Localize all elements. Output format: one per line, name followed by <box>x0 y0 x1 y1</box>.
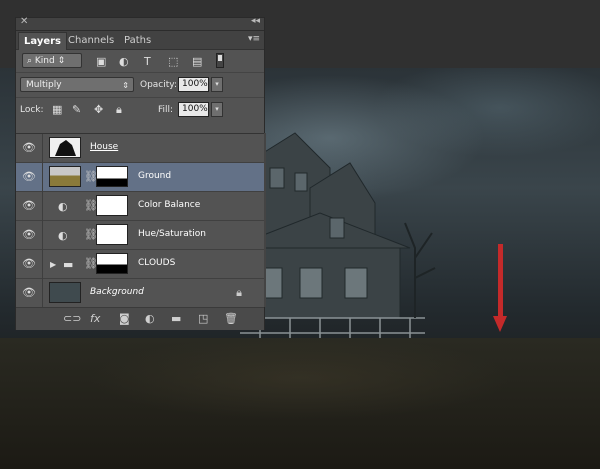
adjustment-icon[interactable]: ◐ <box>145 312 155 325</box>
layer-row-background[interactable]: 👁︎ Background 🔒︎ <box>16 279 264 308</box>
layer-name: CLOUDS <box>138 258 176 268</box>
layers-list: 👁︎ House 👁︎ ⛓︎ Ground 👁︎ ◐ ⛓︎ Color Bala… <box>16 133 264 308</box>
adjustment-filter-icon[interactable]: ◐ <box>119 55 129 68</box>
new-layer-icon[interactable]: ◳ <box>198 312 208 325</box>
layer-row-color-balance[interactable]: 👁︎ ◐ ⛓︎ Color Balance <box>16 192 264 221</box>
filter-toggle[interactable] <box>216 53 224 68</box>
lock-position-icon[interactable]: ✥ <box>94 103 103 116</box>
layer-name: Hue/Saturation <box>138 229 206 239</box>
type-filter-icon[interactable]: T <box>144 55 151 68</box>
divider <box>42 221 43 250</box>
layers-scrollbar[interactable] <box>264 133 266 307</box>
tab-channels[interactable]: Channels <box>63 32 119 49</box>
kind-filter-dropdown[interactable]: ⌕ Kind ⇕ <box>22 53 82 68</box>
layer-row-ground[interactable]: 👁︎ ⛓︎ Ground <box>16 163 264 192</box>
blend-mode-value: Multiply <box>26 80 62 90</box>
close-icon[interactable]: ✕ <box>20 16 28 27</box>
panel-titlebar: ✕ ◂◂ <box>16 16 264 31</box>
visibility-eye-icon[interactable]: 👁︎ <box>22 258 36 270</box>
folder-icon[interactable]: ▬ <box>171 312 181 325</box>
layer-row-hue-saturation[interactable]: 👁︎ ◐ ⛓︎ Hue/Saturation <box>16 221 264 250</box>
divider <box>42 250 43 279</box>
layer-thumbnail <box>49 282 81 303</box>
panel-tabs: Layers Channels Paths ▾≡ <box>16 31 264 50</box>
layer-name: House <box>90 142 119 152</box>
divider <box>42 163 43 192</box>
pixel-filter-icon[interactable]: ▣ <box>96 55 106 68</box>
opacity-input[interactable]: 100% <box>178 77 209 92</box>
layer-thumbnail <box>49 166 81 187</box>
layer-name: Color Balance <box>138 200 201 210</box>
red-down-arrow <box>493 244 507 332</box>
lock-icon: 🔒︎ <box>236 286 242 299</box>
layers-bottom-toolbar: ⊂⊃ fx ◙ ◐ ▬ ◳ 🗑︎ <box>16 307 264 330</box>
visibility-eye-icon[interactable]: 👁︎ <box>22 229 36 241</box>
expand-triangle-icon[interactable]: ▶ <box>50 260 56 269</box>
link-icon[interactable]: ⊂⊃ <box>63 312 81 325</box>
layer-mask-thumbnail[interactable] <box>96 224 128 245</box>
folder-icon: ▬ <box>63 258 74 271</box>
visibility-eye-icon[interactable]: 👁︎ <box>22 171 36 183</box>
filter-row: ⌕ Kind ⇕ ▣ ◐ T ⬚ ▤ <box>16 50 264 72</box>
lock-paint-icon[interactable]: ✎ <box>72 103 81 116</box>
blend-row: Multiply ⇕ Opacity: 100% ▾ <box>16 72 264 97</box>
fx-icon[interactable]: fx <box>90 312 100 325</box>
layer-thumbnail <box>49 137 81 158</box>
layer-mask-thumbnail[interactable] <box>96 195 128 216</box>
lock-label: Lock: <box>20 105 44 115</box>
lock-row: Lock: ▦ ✎ ✥ 🔒︎ Fill: 100% ▾ <box>16 97 264 122</box>
visibility-eye-icon[interactable]: 👁︎ <box>22 200 36 212</box>
layer-row-clouds[interactable]: 👁︎ ▶ ▬ ⛓︎ CLOUDS <box>16 250 264 279</box>
divider <box>42 134 43 163</box>
layer-name: Ground <box>138 171 172 181</box>
collapse-icon[interactable]: ◂◂ <box>251 16 260 26</box>
tab-paths[interactable]: Paths <box>119 32 156 49</box>
opacity-slider-button[interactable]: ▾ <box>211 77 223 92</box>
opacity-label: Opacity: <box>140 80 177 90</box>
ground-area <box>0 338 600 469</box>
visibility-eye-icon[interactable]: 👁︎ <box>22 287 36 299</box>
lock-all-icon[interactable]: 🔒︎ <box>116 103 122 117</box>
layer-mask-thumbnail[interactable] <box>96 253 128 274</box>
layer-mask-thumbnail[interactable] <box>96 166 128 187</box>
layers-panel: ✕ ◂◂ Layers Channels Paths ▾≡ ⌕ Kind ⇕ ▣… <box>15 16 266 330</box>
panel-menu-icon[interactable]: ▾≡ <box>248 34 260 44</box>
adjustment-layer-icon: ◐ <box>58 229 68 242</box>
smart-object-filter-icon[interactable]: ▤ <box>192 55 202 68</box>
adjustment-layer-icon: ◐ <box>58 200 68 213</box>
trash-icon[interactable]: 🗑︎ <box>224 312 238 325</box>
blend-mode-dropdown[interactable]: Multiply ⇕ <box>20 77 134 92</box>
layer-row-house[interactable]: 👁︎ House <box>16 134 264 163</box>
kind-label: Kind <box>34 56 55 66</box>
fill-slider-button[interactable]: ▾ <box>211 102 223 117</box>
visibility-eye-icon[interactable]: 👁︎ <box>22 142 36 154</box>
divider <box>42 279 43 308</box>
shape-filter-icon[interactable]: ⬚ <box>168 55 178 68</box>
divider <box>42 192 43 221</box>
mask-icon[interactable]: ◙ <box>119 312 130 325</box>
layer-name: Background <box>90 287 144 297</box>
tab-layers[interactable]: Layers <box>18 32 67 50</box>
lock-transparent-icon[interactable]: ▦ <box>52 103 62 116</box>
fill-input[interactable]: 100% <box>178 102 209 117</box>
fill-label: Fill: <box>158 105 174 115</box>
